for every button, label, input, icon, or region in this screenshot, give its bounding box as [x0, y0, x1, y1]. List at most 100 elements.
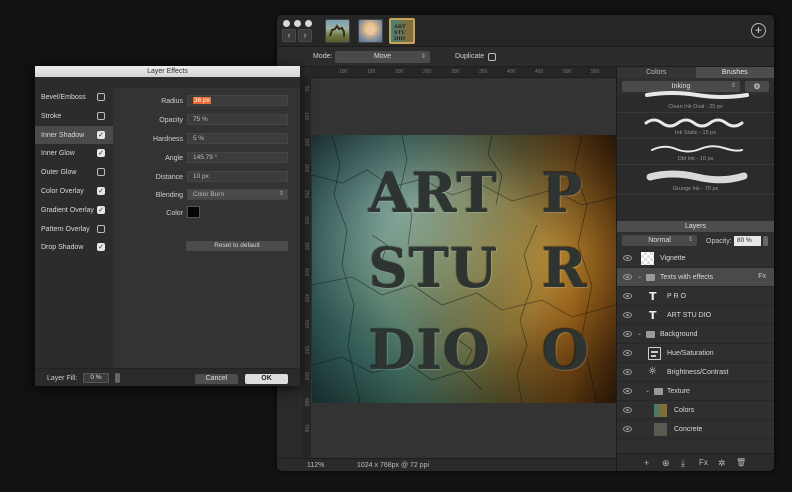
layer-row-vignette[interactable]: Vignette — [617, 249, 774, 268]
add-group-icon[interactable]: ⊕ — [662, 458, 670, 469]
layer-fx-badge[interactable]: Fx — [758, 273, 766, 280]
brush-item[interactable]: Clean Ink Oval - 25 px — [617, 87, 774, 113]
effect-checkbox[interactable]: ✓ — [97, 149, 105, 158]
artwork-text-o: O — [542, 318, 591, 382]
checker-thumbnail-icon — [641, 252, 654, 265]
effect-checkbox[interactable] — [97, 224, 105, 233]
brush-label: Grunge Ink - 70 px — [672, 186, 719, 192]
radius-input[interactable]: 36 px — [187, 95, 288, 106]
effect-checkbox[interactable] — [97, 93, 105, 101]
brush-item[interactable]: Old Ink - 10 px — [617, 139, 774, 165]
effect-checkbox[interactable]: ✓ — [97, 187, 105, 195]
add-document-icon[interactable]: + — [751, 23, 766, 38]
effect-item-outer-glow[interactable]: Outer Glow — [35, 163, 113, 181]
back-button[interactable]: ‹ — [282, 29, 296, 42]
effect-item-bevel-emboss[interactable]: Bevel/Emboss — [35, 88, 113, 106]
trash-icon[interactable]: 🗑 — [736, 458, 746, 467]
effect-checkbox[interactable]: ✓ — [97, 243, 105, 252]
folder-icon — [646, 331, 655, 338]
artwork-text-stu: STU — [369, 236, 499, 300]
chevron-down-icon[interactable]: ⌄ — [637, 273, 642, 280]
layer-row-background[interactable]: ⌄ Background — [617, 325, 774, 344]
brush-item[interactable]: Grunge Ink - 70 px — [617, 165, 774, 195]
mode-select[interactable]: Move ⇕ — [335, 51, 430, 63]
effect-checkbox[interactable] — [97, 111, 105, 120]
layer-row-colors[interactable]: Colors — [617, 401, 774, 420]
angle-input[interactable]: 145.79 ° — [187, 152, 288, 163]
tab-colors[interactable]: Colors — [617, 67, 696, 78]
brush-stroke-preview — [645, 91, 749, 99]
zoom-window-button[interactable] — [305, 20, 312, 27]
effect-checkbox[interactable]: ✓ — [97, 205, 105, 214]
duplicate-label: Duplicate — [455, 53, 485, 60]
visibility-eye-icon[interactable] — [623, 331, 632, 337]
ok-button[interactable]: OK — [245, 374, 288, 384]
layer-row-concrete[interactable]: Concrete — [617, 420, 774, 439]
distance-input[interactable]: 10 px — [187, 171, 288, 182]
visibility-eye-icon[interactable] — [623, 407, 632, 413]
layer-opacity-label: Opacity: — [706, 238, 732, 245]
opacity-label: Opacity — [159, 117, 183, 124]
layer-fill-input[interactable]: 0 % — [83, 373, 109, 383]
status-bar: 112% 1024 x 768px @ 72 ppi — [277, 458, 616, 471]
effect-name: Inner Glow — [41, 150, 75, 158]
chevron-down-icon[interactable]: ⌄ — [637, 330, 642, 337]
layer-name: Texture — [667, 388, 690, 395]
hardness-input[interactable]: 5 % — [187, 133, 288, 144]
visibility-eye-icon[interactable] — [623, 255, 632, 261]
ruler-tick-label: 550 — [303, 346, 309, 355]
cancel-button[interactable]: Cancel — [195, 374, 238, 384]
effect-item-stroke[interactable]: Stroke — [35, 107, 113, 125]
add-layer-icon[interactable]: + — [644, 458, 649, 468]
chevron-down-icon[interactable]: ⌄ — [645, 387, 650, 394]
document-thumbnail-camel[interactable] — [325, 19, 350, 43]
layer-blend-mode-select[interactable]: Normal ⇕ — [622, 235, 697, 246]
effect-item-inner-shadow[interactable]: Inner Shadow ✓ — [35, 125, 113, 144]
document-thumbnail-art-studio[interactable]: ART STU DIO — [389, 18, 415, 44]
select-arrows-icon: ⇕ — [278, 191, 284, 197]
layer-fill-stepper[interactable] — [115, 373, 120, 383]
download-icon[interactable]: ⤓ — [681, 458, 685, 469]
visibility-eye-icon[interactable] — [623, 426, 632, 432]
zoom-level[interactable]: 112% — [307, 462, 324, 469]
adjustment-icon[interactable]: ✲ — [718, 458, 726, 469]
layer-row-texture[interactable]: ⌄ Texture — [617, 382, 774, 401]
visibility-eye-icon[interactable] — [623, 350, 632, 356]
visibility-eye-icon[interactable] — [623, 388, 632, 394]
effect-item-color-overlay[interactable]: Color Overlay ✓ — [35, 182, 113, 200]
effects-fx-icon[interactable]: Fx — [699, 458, 708, 467]
minimize-window-button[interactable] — [294, 20, 301, 27]
layer-opacity-stepper[interactable] — [763, 236, 768, 246]
opacity-input[interactable]: 75 % — [187, 114, 288, 125]
layer-row-pro[interactable]: T P R O — [617, 287, 774, 306]
document-thumbnail-portrait[interactable] — [358, 19, 383, 43]
duplicate-checkbox[interactable] — [488, 53, 496, 61]
brush-item[interactable]: Ink Static - 15 px — [617, 113, 774, 139]
visibility-eye-icon[interactable] — [623, 312, 632, 318]
layer-name: Texts with effects — [660, 274, 714, 281]
layer-row-brightness-contrast[interactable]: ☼ Brightness/Contrast — [617, 363, 774, 382]
effect-item-drop-shadow[interactable]: Drop Shadow ✓ — [35, 238, 113, 256]
ruler-tick-label: 650 — [303, 398, 309, 407]
effect-item-inner-glow[interactable]: Inner Glow ✓ — [35, 144, 113, 162]
reset-to-default-button[interactable]: Reset to default — [186, 241, 288, 251]
visibility-eye-icon[interactable] — [623, 274, 632, 280]
layer-row-art-stu-dio[interactable]: T ART STU DIO — [617, 306, 774, 325]
layer-row-texts-with-effects[interactable]: ⌄ Texts with effects Fx — [617, 268, 774, 287]
blending-select[interactable]: Color Burn ⇕ — [187, 189, 288, 200]
ruler-tick-label: 250 — [423, 69, 432, 75]
layer-row-hue-saturation[interactable]: Hue/Saturation — [617, 344, 774, 363]
effect-checkbox[interactable] — [97, 168, 105, 177]
effect-item-pattern-overlay[interactable]: Pattern Overlay — [35, 220, 113, 238]
visibility-eye-icon[interactable] — [623, 369, 632, 375]
text-layer-icon: T — [649, 309, 657, 322]
tab-brushes[interactable]: Brushes — [695, 67, 774, 78]
close-window-button[interactable] — [283, 20, 290, 27]
forward-button[interactable]: › — [298, 29, 312, 42]
effect-item-gradient-overlay[interactable]: Gradient Overlay ✓ — [35, 201, 113, 219]
color-swatch[interactable] — [187, 206, 200, 218]
visibility-eye-icon[interactable] — [623, 293, 632, 299]
effect-checkbox[interactable]: ✓ — [97, 130, 105, 139]
layer-opacity-field[interactable]: 80 % — [734, 236, 761, 246]
artwork[interactable]: ART P STU R DIO O — [312, 135, 616, 403]
